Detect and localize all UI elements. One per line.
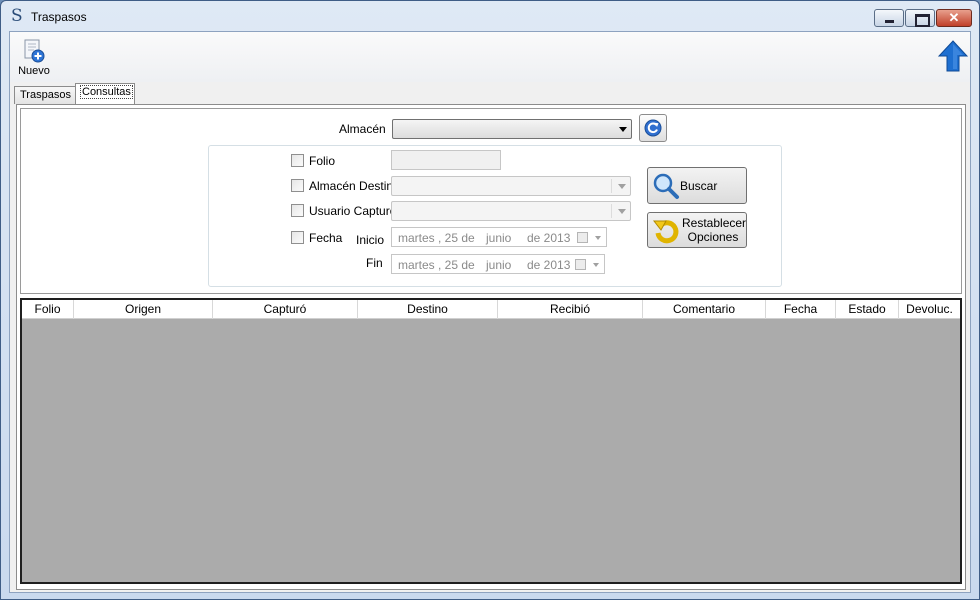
fin-label: Fin xyxy=(366,256,383,270)
chevron-down-icon xyxy=(619,127,627,132)
usuario-capturo-checkbox[interactable] xyxy=(291,204,304,217)
tab-consultas-label: Consultas xyxy=(80,85,133,99)
column-header-devoluc[interactable]: Devoluc. xyxy=(899,300,960,319)
column-header-comentario[interactable]: Comentario xyxy=(643,300,766,319)
tab-traspasos[interactable]: Traspasos xyxy=(14,86,76,104)
fecha-label: Fecha xyxy=(309,231,343,245)
column-header-origen[interactable]: Origen xyxy=(74,300,213,319)
new-button[interactable]: Nuevo xyxy=(12,36,56,80)
results-grid[interactable]: Folio Origen Capturó Destino Recibió Com… xyxy=(20,298,962,584)
new-button-label: Nuevo xyxy=(18,65,50,77)
filters-groupbox: Folio Almacén Destino Usuario Capturó Fe… xyxy=(208,145,782,287)
tab-traspasos-label: Traspasos xyxy=(20,89,71,101)
arrow-up-icon[interactable] xyxy=(938,40,968,72)
inicio-day: , 25 de xyxy=(438,231,475,245)
chevron-down-icon xyxy=(593,263,599,267)
fin-date-picker[interactable]: martes , 25 de junio de 2013 xyxy=(391,254,605,274)
fin-month: junio xyxy=(486,258,512,272)
column-header-folio[interactable]: Folio xyxy=(22,300,74,319)
fecha-checkbox[interactable] xyxy=(291,231,304,244)
undo-arrow-icon xyxy=(652,220,679,244)
app-logo-icon: S xyxy=(11,6,23,26)
combo-separator xyxy=(611,179,612,193)
magnifier-icon xyxy=(653,173,679,199)
close-icon: ✕ xyxy=(948,10,960,25)
restablecer-label-line1: Restablecer xyxy=(682,216,747,230)
chevron-down-icon xyxy=(595,236,601,240)
fin-day: , 25 de xyxy=(438,258,475,272)
chevron-down-icon xyxy=(618,184,626,189)
folio-input[interactable] xyxy=(391,150,501,170)
filters-panel: Almacén Folio Almacén Destino Usuario Ca… xyxy=(20,108,962,294)
calendar-icon xyxy=(575,259,586,270)
fin-weekday: martes xyxy=(398,258,435,272)
column-header-estado[interactable]: Estado xyxy=(836,300,899,319)
inicio-year: de 2013 xyxy=(527,231,571,245)
minimize-icon xyxy=(875,10,903,26)
refresh-icon xyxy=(644,119,662,137)
combo-separator xyxy=(611,204,612,218)
inicio-month: junio xyxy=(486,231,512,245)
maximize-button[interactable] xyxy=(905,9,935,27)
close-button[interactable]: ✕ xyxy=(936,9,972,27)
inicio-date-picker[interactable]: martes , 25 de junio de 2013 xyxy=(391,227,607,247)
window-title: Traspasos xyxy=(31,10,87,24)
column-header-destino[interactable]: Destino xyxy=(358,300,498,319)
column-header-fecha[interactable]: Fecha xyxy=(766,300,836,319)
inicio-weekday: martes xyxy=(398,231,435,245)
restablecer-label-line2: Opciones xyxy=(687,230,739,244)
column-header-recibio[interactable]: Recibió xyxy=(498,300,643,319)
new-document-icon xyxy=(24,39,45,63)
toolbar: Nuevo xyxy=(10,32,970,82)
almacen-destino-label: Almacén Destino xyxy=(309,179,400,193)
usuario-capturo-label: Usuario Capturó xyxy=(309,204,397,218)
refresh-button[interactable] xyxy=(639,114,667,142)
buscar-label: Buscar xyxy=(680,179,718,193)
tab-strip: Traspasos Consultas xyxy=(12,82,970,104)
tab-consultas[interactable]: Consultas xyxy=(75,83,135,104)
minimize-button[interactable] xyxy=(874,9,904,27)
almacen-combo[interactable] xyxy=(392,119,632,139)
restablecer-opciones-button[interactable]: Restablecer Opciones xyxy=(647,212,747,248)
inicio-label: Inicio xyxy=(356,233,385,247)
almacen-destino-checkbox[interactable] xyxy=(291,179,304,192)
fin-year: de 2013 xyxy=(527,258,571,272)
consultas-tab-page: Almacén Folio Almacén Destino Usuario Ca… xyxy=(16,104,966,590)
maximize-icon xyxy=(906,10,934,27)
column-header-capturo[interactable]: Capturó xyxy=(213,300,358,319)
client-area: Nuevo Traspasos Consultas Almacén Folio … xyxy=(9,31,971,593)
calendar-icon xyxy=(577,232,588,243)
buscar-button[interactable]: Buscar xyxy=(647,167,747,204)
title-bar[interactable]: S Traspasos ✕ xyxy=(1,1,979,31)
window: S Traspasos ✕ Nuevo Traspasos Consultas … xyxy=(0,0,980,600)
usuario-capturo-combo[interactable] xyxy=(391,201,631,221)
grid-header: Folio Origen Capturó Destino Recibió Com… xyxy=(22,300,960,319)
folio-label: Folio xyxy=(309,154,336,168)
chevron-down-icon xyxy=(618,209,626,214)
almacen-destino-combo[interactable] xyxy=(391,176,631,196)
almacen-label: Almacén xyxy=(339,122,386,136)
folio-checkbox[interactable] xyxy=(291,154,304,167)
